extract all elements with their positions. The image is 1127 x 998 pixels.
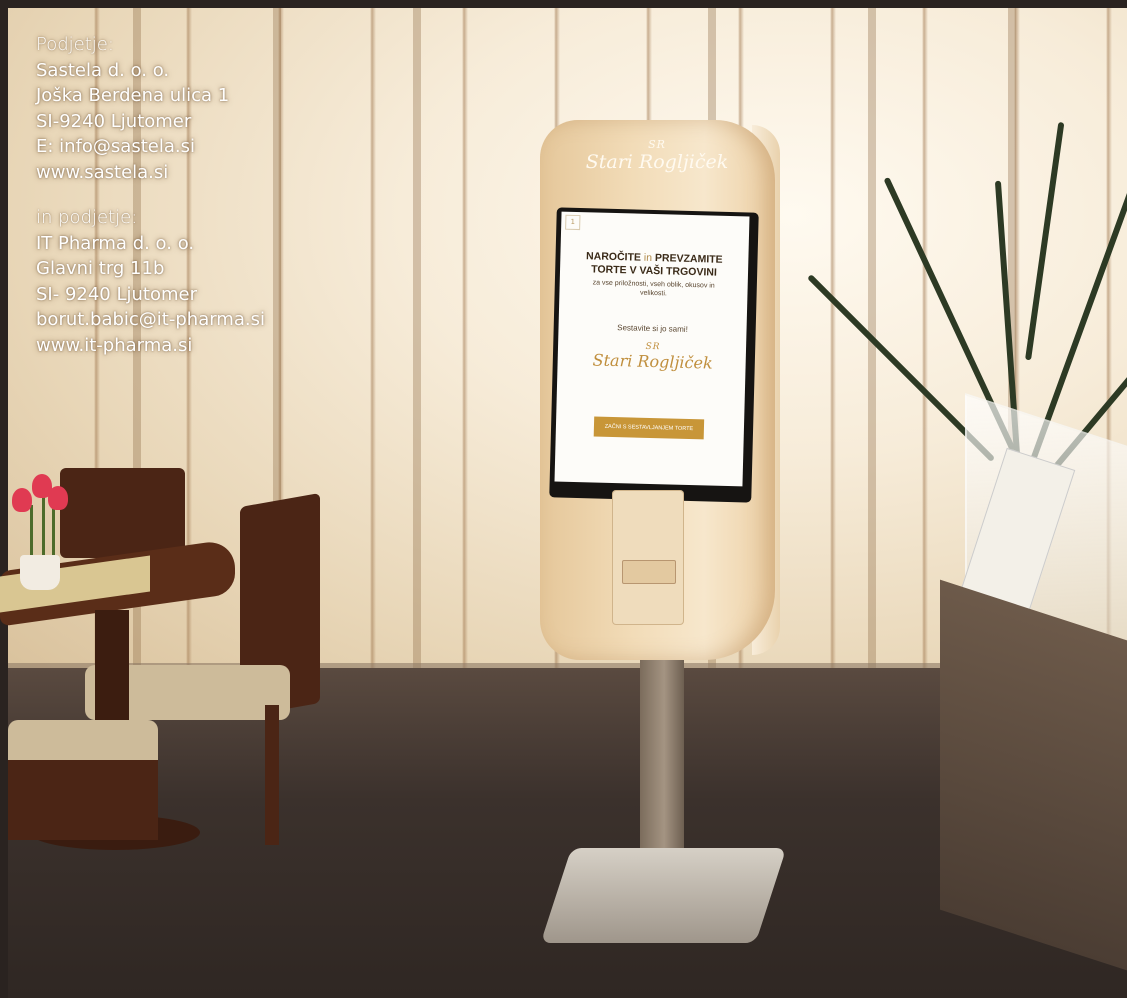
company-1-street: Joška Berdena ulica 1 [36, 85, 230, 106]
chair-frame [8, 760, 158, 840]
tulip-flower [48, 486, 68, 510]
display-case [940, 579, 1127, 971]
headline-line2: TORTE V VAŠI TRGOVINI [591, 263, 717, 279]
company-1-website[interactable]: www.sastela.si [36, 160, 265, 186]
company-1-email[interactable]: E: info@sastela.si [36, 134, 265, 160]
kiosk-stand-base [540, 848, 787, 943]
screen-logo-name: Stari Rogljiček [592, 350, 713, 373]
screen-corner-badge: 1 [565, 214, 581, 231]
curtain-fold [868, 8, 876, 698]
screen-logo: SR Stari Rogljiček [587, 340, 718, 373]
flower-stem [52, 505, 55, 560]
company-2-website[interactable]: www.it-pharma.si [36, 333, 265, 359]
flower-pot [20, 555, 60, 590]
company-2-heading: in podjetje: [36, 207, 138, 228]
chair-leg [265, 705, 279, 845]
screen-subtext: za vse priložnosti, vseh oblik, okusov i… [592, 279, 715, 298]
headline-part1: NAROČITE [585, 250, 642, 264]
company-1-city: SI-9240 Ljutomer [36, 110, 192, 132]
kiosk-logo-mark: SR [648, 138, 666, 151]
start-cake-builder-button[interactable]: ZAČNI S SESTAVLJANJEM TORTE [593, 416, 705, 440]
kiosk-screen[interactable]: 1 NAROČITE in PREVZAMITE TORTE V VAŠI TR… [554, 211, 750, 487]
company-2-city: SI- 9240 Ljutomer [36, 283, 197, 305]
company-1-name: Sastela d. o. o. [36, 59, 170, 81]
headline-in: in [643, 251, 653, 264]
company-1-heading: Podjetje: [36, 34, 114, 55]
receipt-slot [622, 560, 676, 584]
company-2-street: Glavni trg 11b [36, 258, 165, 279]
kiosk-printer-panel [612, 490, 684, 625]
screen-call-to-action: Sestavite si jo sami! [617, 323, 688, 334]
screen-headline: NAROČITE in PREVZAMITE TORTE V VAŠI TRGO… [560, 250, 749, 281]
tulip-flower [12, 488, 32, 512]
company-2-email[interactable]: borut.babic@it-pharma.si [36, 307, 265, 333]
kiosk-logo: SR Stari Rogljiček [582, 138, 732, 198]
flower-stem [30, 505, 33, 560]
company-info-overlay: Podjetje: Sastela d. o. o. Joška Berdena… [36, 32, 265, 358]
curtain-fold [413, 8, 421, 698]
headline-part2: PREVZAMITE [654, 252, 723, 266]
flower-stem [42, 495, 45, 560]
chair-back [60, 468, 185, 558]
company-2-name: IT Pharma d. o. o. [36, 232, 195, 254]
kiosk-logo-name: Stari Rogljiček [585, 151, 729, 173]
